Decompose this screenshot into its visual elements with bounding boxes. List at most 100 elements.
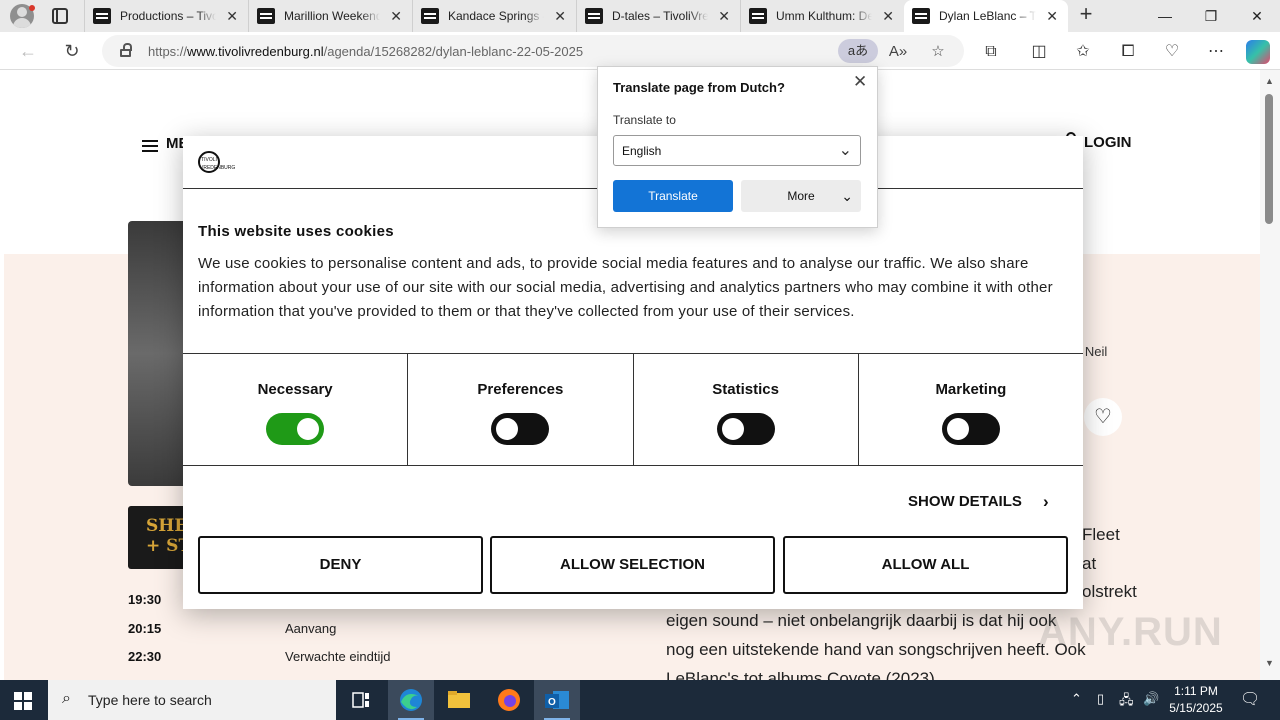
chevron-right-icon[interactable]: ›: [1043, 492, 1049, 512]
lock-icon[interactable]: [120, 43, 132, 57]
new-tab-icon[interactable]: +: [1075, 3, 1097, 26]
page-scrollbar[interactable]: ▲ ▼: [1260, 70, 1280, 680]
minimize-icon[interactable]: —: [1142, 0, 1188, 32]
tivoli-logo: TIVOLI VREDENBURG: [198, 151, 235, 173]
tab-marillion[interactable]: Marillion Weekend ✕: [248, 0, 412, 32]
scroll-up-icon[interactable]: ▲: [1265, 76, 1274, 86]
preferences-toggle[interactable]: [491, 413, 550, 445]
tivoli-favicon-icon: [93, 8, 111, 24]
browser-essentials-icon[interactable]: ♡: [1161, 41, 1183, 63]
close-icon[interactable]: ✕: [718, 8, 730, 24]
tab-d-tales[interactable]: D-tales – TivoliVrec ✕: [576, 0, 740, 32]
category-label: Statistics: [712, 381, 779, 398]
url-text[interactable]: https://www.tivolivredenburg.nl/agenda/1…: [148, 44, 583, 59]
category-label: Necessary: [257, 381, 333, 398]
category-necessary: Necessary: [183, 354, 409, 465]
extensions-icon[interactable]: ⧉: [980, 41, 1002, 63]
outlook-icon[interactable]: O: [534, 680, 580, 720]
schedule-time: 22:30: [128, 649, 162, 664]
task-view-icon[interactable]: [338, 680, 384, 720]
statistics-toggle[interactable]: [716, 413, 775, 445]
firefox-icon[interactable]: [486, 680, 532, 720]
search-icon: ⌕: [62, 690, 71, 707]
event-thumbnail-image[interactable]: SHE + STO: [128, 506, 188, 569]
settings-more-icon[interactable]: ⋯: [1205, 41, 1227, 63]
tab-label: Productions – Tivo: [120, 9, 216, 23]
tivoli-favicon-icon: [421, 8, 439, 24]
deny-button[interactable]: DENY: [198, 536, 483, 594]
tivoli-favicon-icon: [257, 8, 275, 24]
url-scheme: https://: [148, 44, 188, 59]
language-value: English: [622, 144, 662, 158]
language-select[interactable]: English ⌄: [613, 135, 861, 166]
notification-dot: [29, 5, 35, 11]
close-icon[interactable]: ✕: [1046, 8, 1058, 24]
scrollbar-thumb[interactable]: [1265, 94, 1273, 224]
tab-dylan-leblanc[interactable]: Dylan LeBlanc – Tiv ✕: [904, 0, 1068, 32]
tab-label: Umm Kulthum: De: [776, 9, 872, 23]
tab-productions[interactable]: Productions – Tivo ✕: [84, 0, 248, 32]
close-icon[interactable]: ✕: [554, 8, 566, 24]
close-icon[interactable]: ✕: [882, 8, 894, 24]
tab-kandace-springs[interactable]: Kandace Springs – ✕: [412, 0, 576, 32]
svg-text:O: O: [548, 697, 556, 708]
clock-date: 5/15/2025: [1169, 701, 1223, 715]
tab-umm-kulthum[interactable]: Umm Kulthum: De ✕: [740, 0, 904, 32]
category-marketing: Marketing: [859, 354, 1083, 465]
login-link[interactable]: LOGIN: [1084, 134, 1132, 151]
translate-icon[interactable]: aあ: [838, 39, 878, 63]
show-details-link[interactable]: SHOW DETAILS: [908, 493, 1022, 510]
split-screen-icon[interactable]: ◫: [1028, 41, 1050, 63]
show-hidden-icons[interactable]: ⌃: [1071, 691, 1082, 707]
body-text-fragment: at: [1082, 554, 1097, 573]
translate-button[interactable]: Translate: [613, 180, 733, 212]
windows-taskbar: ⌕ Type here to search O ⌃ ▯ 🖧 🔊 1:11 PM …: [0, 680, 1280, 720]
device-icon[interactable]: ▯: [1097, 691, 1104, 707]
category-preferences: Preferences: [408, 354, 634, 465]
copilot-icon[interactable]: [1246, 40, 1270, 64]
url-path: /agenda/15268282/dylan-leblanc-22-05-202…: [323, 44, 584, 59]
tivoli-favicon-icon: [585, 8, 603, 24]
screen: Productions – Tivo ✕ Marillion Weekend ✕…: [0, 0, 1280, 720]
category-label: Preferences: [477, 381, 564, 398]
schedule-label: Verwachte eindtijd: [285, 649, 391, 664]
favorite-heart-icon[interactable]: ♡: [1084, 398, 1122, 436]
allow-selection-button[interactable]: ALLOW SELECTION: [490, 536, 775, 594]
edge-taskbar-icon[interactable]: [388, 680, 434, 720]
volume-icon[interactable]: 🔊: [1143, 691, 1159, 707]
translate-popup: Translate page from Dutch? ✕ Translate t…: [597, 66, 878, 228]
taskbar-search-box[interactable]: ⌕ Type here to search: [48, 680, 336, 720]
address-bar[interactable]: https://www.tivolivredenburg.nl/agenda/1…: [102, 35, 964, 67]
notifications-icon[interactable]: 🗨: [1240, 689, 1260, 709]
network-icon[interactable]: 🖧: [1119, 691, 1134, 713]
taskbar-clock[interactable]: 1:11 PM 5/15/2025: [1168, 683, 1224, 717]
restore-icon[interactable]: ❐: [1188, 0, 1234, 32]
close-icon[interactable]: ✕: [853, 72, 867, 92]
favorites-icon[interactable]: ✩: [1072, 41, 1094, 63]
necessary-toggle[interactable]: [266, 413, 325, 445]
body-text-line: LeBlanc's tot albums Coyote (2023) ...: [666, 669, 954, 680]
more-button[interactable]: More ⌄: [741, 180, 861, 212]
close-icon[interactable]: ✕: [226, 8, 238, 24]
windows-start-icon[interactable]: [14, 692, 32, 710]
cookie-description: We use cookies to personalise content an…: [198, 255, 1053, 320]
marketing-toggle[interactable]: [941, 413, 1000, 445]
body-text-line: eigen sound – niet onbelangrijk daarbij …: [666, 611, 1057, 630]
back-icon[interactable]: ←: [15, 38, 41, 64]
allow-all-button[interactable]: ALLOW ALL: [783, 536, 1068, 594]
tab-label: Marillion Weekend: [284, 9, 380, 23]
close-icon[interactable]: ✕: [390, 8, 402, 24]
body-text-fragment: Fleet: [1082, 525, 1120, 544]
refresh-icon[interactable]: ↻: [59, 38, 85, 64]
chevron-down-icon: ⌄: [838, 142, 852, 159]
collections-icon[interactable]: ⧠: [1117, 41, 1139, 63]
read-aloud-icon[interactable]: A»: [888, 42, 908, 62]
favorite-star-icon[interactable]: ☆: [928, 42, 948, 62]
file-explorer-icon[interactable]: [436, 680, 482, 720]
schedule-label: Aanvang: [285, 621, 337, 636]
tab-actions-icon[interactable]: [52, 8, 68, 24]
scroll-down-icon[interactable]: ▼: [1265, 658, 1274, 668]
window-close-icon[interactable]: ✕: [1234, 0, 1280, 32]
hamburger-menu-icon[interactable]: [142, 140, 158, 152]
anyrun-watermark: ANY.RUN: [1038, 610, 1223, 654]
